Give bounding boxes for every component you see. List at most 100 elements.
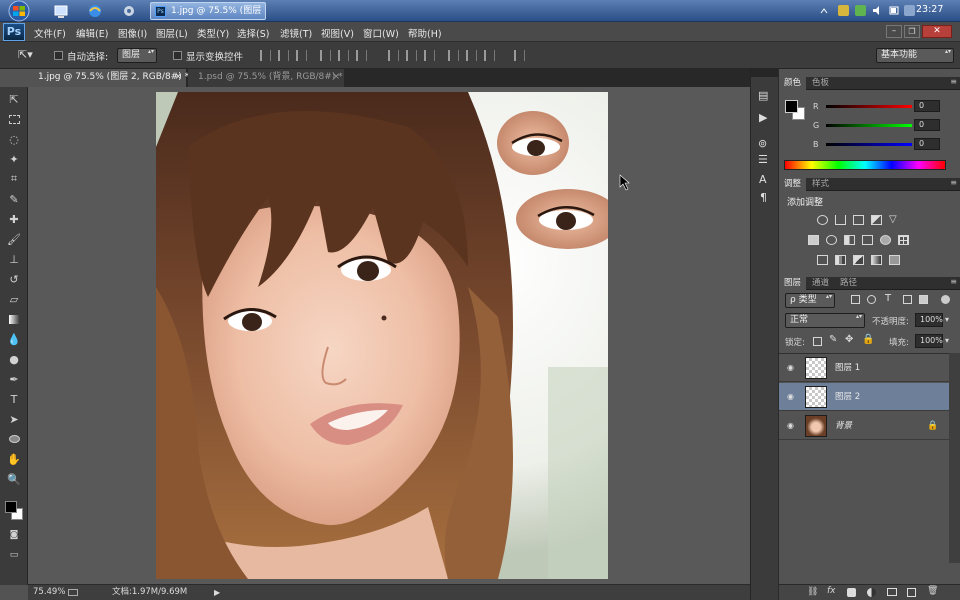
- levels-icon[interactable]: [835, 215, 846, 225]
- blur-tool-icon[interactable]: 💧: [6, 331, 22, 347]
- link-layers-icon[interactable]: ⛓: [807, 587, 818, 597]
- tab-swatches[interactable]: 色板: [807, 77, 834, 90]
- menu-help[interactable]: 帮助(H): [408, 26, 442, 40]
- align-vcenter-icon[interactable]: [278, 50, 289, 61]
- tab-layers[interactable]: 图层: [779, 277, 807, 290]
- lock-transparency-icon[interactable]: [813, 337, 822, 346]
- hand-tool-icon[interactable]: ✋: [6, 451, 22, 467]
- layer-name[interactable]: 图层 1: [835, 354, 860, 382]
- visibility-eye-icon[interactable]: ◉: [787, 364, 794, 372]
- auto-select-checkbox[interactable]: [54, 51, 63, 60]
- panel-menu-icon[interactable]: ≡: [950, 178, 957, 187]
- filter-adjust-icon[interactable]: [867, 295, 876, 304]
- quick-mask-icon[interactable]: ◙: [6, 527, 22, 543]
- lock-pixels-icon[interactable]: ✎: [829, 334, 837, 345]
- tab-styles[interactable]: 样式: [807, 178, 834, 191]
- pen-tool-icon[interactable]: ✒: [6, 371, 22, 387]
- channel-b-slider[interactable]: [826, 143, 912, 146]
- fg-color-chip[interactable]: [785, 100, 798, 113]
- align-bottom-icon[interactable]: [296, 50, 307, 61]
- menu-window[interactable]: 窗口(W): [363, 26, 399, 40]
- tab-adjustments[interactable]: 调整: [779, 178, 807, 191]
- align-hcenter-icon[interactable]: [338, 50, 349, 61]
- channel-r-value[interactable]: 0: [914, 100, 940, 112]
- distribute-bottom-icon[interactable]: [424, 50, 435, 61]
- layer-row-background[interactable]: ◉ 背景 🔒: [779, 412, 949, 440]
- desktop-quicklaunch-icon[interactable]: [52, 2, 70, 20]
- menu-image[interactable]: 图像(I): [118, 26, 147, 40]
- foreground-color-swatch[interactable]: [5, 501, 17, 513]
- lock-all-icon[interactable]: 🔒: [862, 334, 874, 345]
- new-group-icon[interactable]: [887, 588, 897, 596]
- arrow-up-icon[interactable]: [820, 7, 828, 15]
- new-adjustment-icon[interactable]: [867, 588, 876, 597]
- distribute-top-icon[interactable]: [388, 50, 399, 61]
- move-tool-preset-icon[interactable]: ⇱▾: [18, 48, 44, 62]
- flag-icon[interactable]: [855, 5, 866, 16]
- lasso-tool-icon[interactable]: ◌: [6, 131, 22, 147]
- gradient-map-icon[interactable]: [871, 255, 882, 265]
- curves-icon[interactable]: [853, 215, 864, 225]
- fill-arrow-icon[interactable]: ▾: [945, 336, 949, 345]
- photo-filter-icon[interactable]: [862, 235, 873, 245]
- tab-close-icon[interactable]: ×: [332, 69, 340, 86]
- channel-mixer-icon[interactable]: [880, 235, 891, 245]
- vibrance-icon[interactable]: ▽: [889, 215, 897, 225]
- lock-position-icon[interactable]: ✥: [845, 334, 853, 345]
- layer-row-2-selected[interactable]: ◉ 图层 2: [779, 383, 949, 411]
- taskbar-clock[interactable]: 23:27: [916, 4, 943, 15]
- menu-edit[interactable]: 编辑(E): [76, 26, 108, 40]
- marquee-tool-icon[interactable]: [6, 111, 22, 127]
- distribute-right-icon[interactable]: [484, 50, 495, 61]
- eraser-tool-icon[interactable]: ▱: [6, 291, 22, 307]
- color-balance-icon[interactable]: [826, 235, 837, 245]
- distribute-left-icon[interactable]: [448, 50, 459, 61]
- clone-stamp-tool-icon[interactable]: ⊥: [6, 251, 22, 267]
- align-left-icon[interactable]: [320, 50, 331, 61]
- channel-g-slider[interactable]: [826, 124, 912, 127]
- invert-icon[interactable]: [817, 255, 828, 265]
- hue-saturation-icon[interactable]: [808, 235, 819, 245]
- menu-select[interactable]: 选择(S): [237, 26, 269, 40]
- layer-row-1[interactable]: ◉ 图层 1: [779, 354, 949, 382]
- crop-tool-icon[interactable]: ⌗: [6, 171, 22, 187]
- black-white-icon[interactable]: [844, 235, 855, 245]
- battery-icon[interactable]: [889, 5, 900, 16]
- layers-scrollbar[interactable]: [949, 353, 960, 563]
- layer-name[interactable]: 背景: [835, 412, 852, 440]
- notification-icon[interactable]: [904, 5, 915, 16]
- delete-layer-icon[interactable]: 🗑: [927, 586, 938, 596]
- filter-pixel-icon[interactable]: [851, 295, 860, 304]
- visibility-eye-icon[interactable]: ◉: [787, 393, 794, 401]
- brightness-contrast-icon[interactable]: [817, 215, 828, 225]
- align-top-icon[interactable]: [260, 50, 271, 61]
- show-transform-checkbox[interactable]: [173, 51, 182, 60]
- tab-paths[interactable]: 路径: [835, 277, 862, 290]
- layer-style-icon[interactable]: fx: [827, 586, 836, 596]
- menu-layer[interactable]: 图层(L): [156, 26, 188, 40]
- filter-toggle-icon[interactable]: [941, 295, 950, 304]
- tab-color[interactable]: 颜色: [779, 77, 807, 90]
- path-selection-tool-icon[interactable]: ➤: [6, 411, 22, 427]
- healing-brush-tool-icon[interactable]: ✚: [6, 211, 22, 227]
- auto-select-dropdown[interactable]: 图层: [117, 48, 157, 63]
- minimize-button[interactable]: –: [886, 25, 902, 38]
- add-mask-icon[interactable]: [847, 588, 856, 597]
- close-window-button[interactable]: ✕: [922, 25, 952, 38]
- align-right-icon[interactable]: [356, 50, 367, 61]
- panel-menu-icon[interactable]: ≡: [950, 277, 957, 286]
- distribute-vcenter-icon[interactable]: [406, 50, 417, 61]
- gradient-tool-icon[interactable]: [6, 311, 22, 327]
- blend-mode-dropdown[interactable]: 正常: [785, 313, 865, 328]
- status-menu-arrow-icon[interactable]: ▶: [214, 585, 220, 600]
- channel-g-value[interactable]: 0: [914, 119, 940, 131]
- speaker-icon[interactable]: [872, 5, 883, 16]
- info-panel-icon[interactable]: ⊚: [758, 137, 772, 151]
- distribute-hcenter-icon[interactable]: [466, 50, 477, 61]
- paragraph-panel-icon[interactable]: ¶: [760, 191, 774, 205]
- exposure-icon[interactable]: [871, 215, 882, 225]
- opacity-arrow-icon[interactable]: ▾: [945, 315, 949, 324]
- tab-channels[interactable]: 通道: [807, 277, 834, 290]
- menu-file[interactable]: 文件(F): [34, 26, 66, 40]
- magic-wand-tool-icon[interactable]: ✦: [6, 151, 22, 167]
